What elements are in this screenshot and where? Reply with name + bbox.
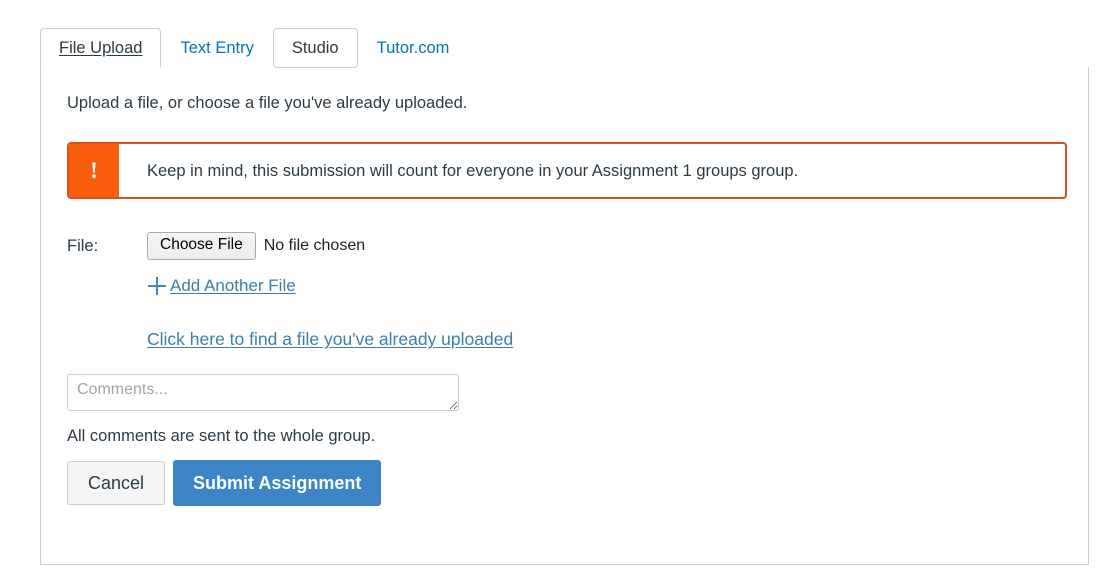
tab-text-entry[interactable]: Text Entry xyxy=(161,28,272,68)
comments-input[interactable] xyxy=(67,374,459,412)
add-another-file-row: Add Another File xyxy=(67,276,1064,301)
alert-message: Keep in mind, this submission will count… xyxy=(147,161,799,180)
tab-file-upload[interactable]: File Upload xyxy=(40,28,162,68)
tab-tutor-com-label: Tutor.com xyxy=(376,38,450,57)
upload-instructions: Upload a file, or choose a file you've a… xyxy=(67,94,468,112)
submission-type-tabs: File Upload Text Entry Studio Tutor.com xyxy=(40,28,1089,68)
find-uploaded-file-row: Click here to find a file you've already… xyxy=(67,329,1064,350)
cancel-button[interactable]: Cancel xyxy=(67,461,166,506)
tab-studio-label: Studio xyxy=(291,38,339,57)
plus-icon xyxy=(147,276,167,296)
submit-assignment-button[interactable]: Submit Assignment xyxy=(173,460,382,507)
file-upload-panel: Upload a file, or choose a file you've a… xyxy=(40,67,1089,565)
submission-panel-screen: File Upload Text Entry Studio Tutor.com … xyxy=(0,0,1116,568)
form-actions: Cancel Submit Assignment xyxy=(67,460,1064,507)
group-comment-note: All comments are sent to the whole group… xyxy=(67,427,376,446)
file-upload-row: File: Choose File No file chosen xyxy=(67,232,1064,261)
add-another-file-link[interactable]: Add Another File xyxy=(147,276,296,296)
exclamation-glyph: ! xyxy=(90,158,98,184)
tab-studio[interactable]: Studio xyxy=(272,28,358,68)
file-input[interactable]: Choose File No file chosen xyxy=(147,232,366,261)
choose-file-button[interactable]: Choose File xyxy=(147,232,256,261)
find-uploaded-file-link[interactable]: Click here to find a file you've already… xyxy=(147,329,513,349)
tab-file-upload-label: File Upload xyxy=(59,38,143,57)
group-submission-alert: ! Keep in mind, this submission will cou… xyxy=(67,142,1067,200)
file-field-label: File: xyxy=(67,236,99,255)
selected-file-status: No file chosen xyxy=(263,237,366,255)
tab-tutor-com[interactable]: Tutor.com xyxy=(358,28,469,68)
add-another-file-label: Add Another File xyxy=(170,276,296,296)
tab-text-entry-label: Text Entry xyxy=(180,38,254,57)
exclamation-icon: ! xyxy=(69,144,119,198)
